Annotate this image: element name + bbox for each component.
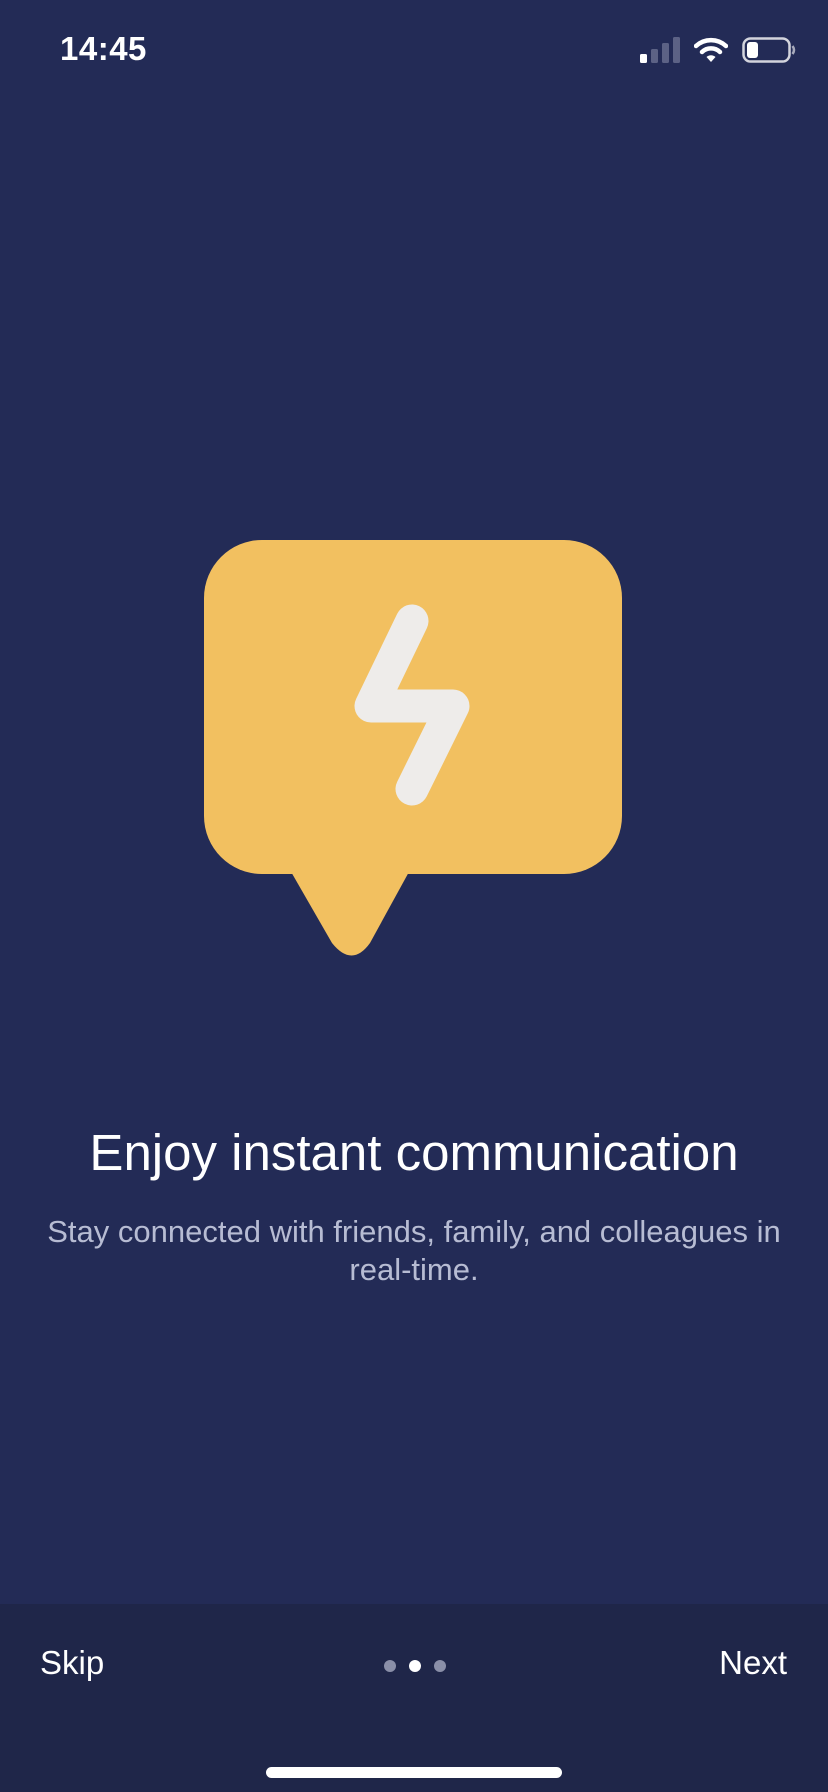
skip-button[interactable]: Skip	[40, 1644, 104, 1682]
cellular-signal-icon	[640, 37, 680, 63]
home-indicator[interactable]	[266, 1767, 562, 1778]
page-dot-1[interactable]	[384, 1660, 396, 1672]
lightning-chat-bubble-icon	[204, 540, 624, 960]
chat-bubble-shape	[204, 540, 622, 956]
wifi-icon	[694, 37, 728, 63]
battery-icon	[742, 37, 796, 63]
bottom-navigation-bar: Skip Next	[0, 1604, 828, 1792]
next-button[interactable]: Next	[719, 1644, 787, 1682]
page-indicator	[384, 1660, 446, 1672]
status-bar: 14:45	[0, 0, 828, 100]
page-dot-2[interactable]	[409, 1660, 421, 1672]
status-icons	[640, 34, 796, 66]
onboarding-title: Enjoy instant communication	[89, 1124, 739, 1181]
page-dot-3[interactable]	[434, 1660, 446, 1672]
status-time: 14:45	[60, 30, 147, 67]
onboarding-description: Stay connected with friends, family, and…	[47, 1214, 781, 1287]
